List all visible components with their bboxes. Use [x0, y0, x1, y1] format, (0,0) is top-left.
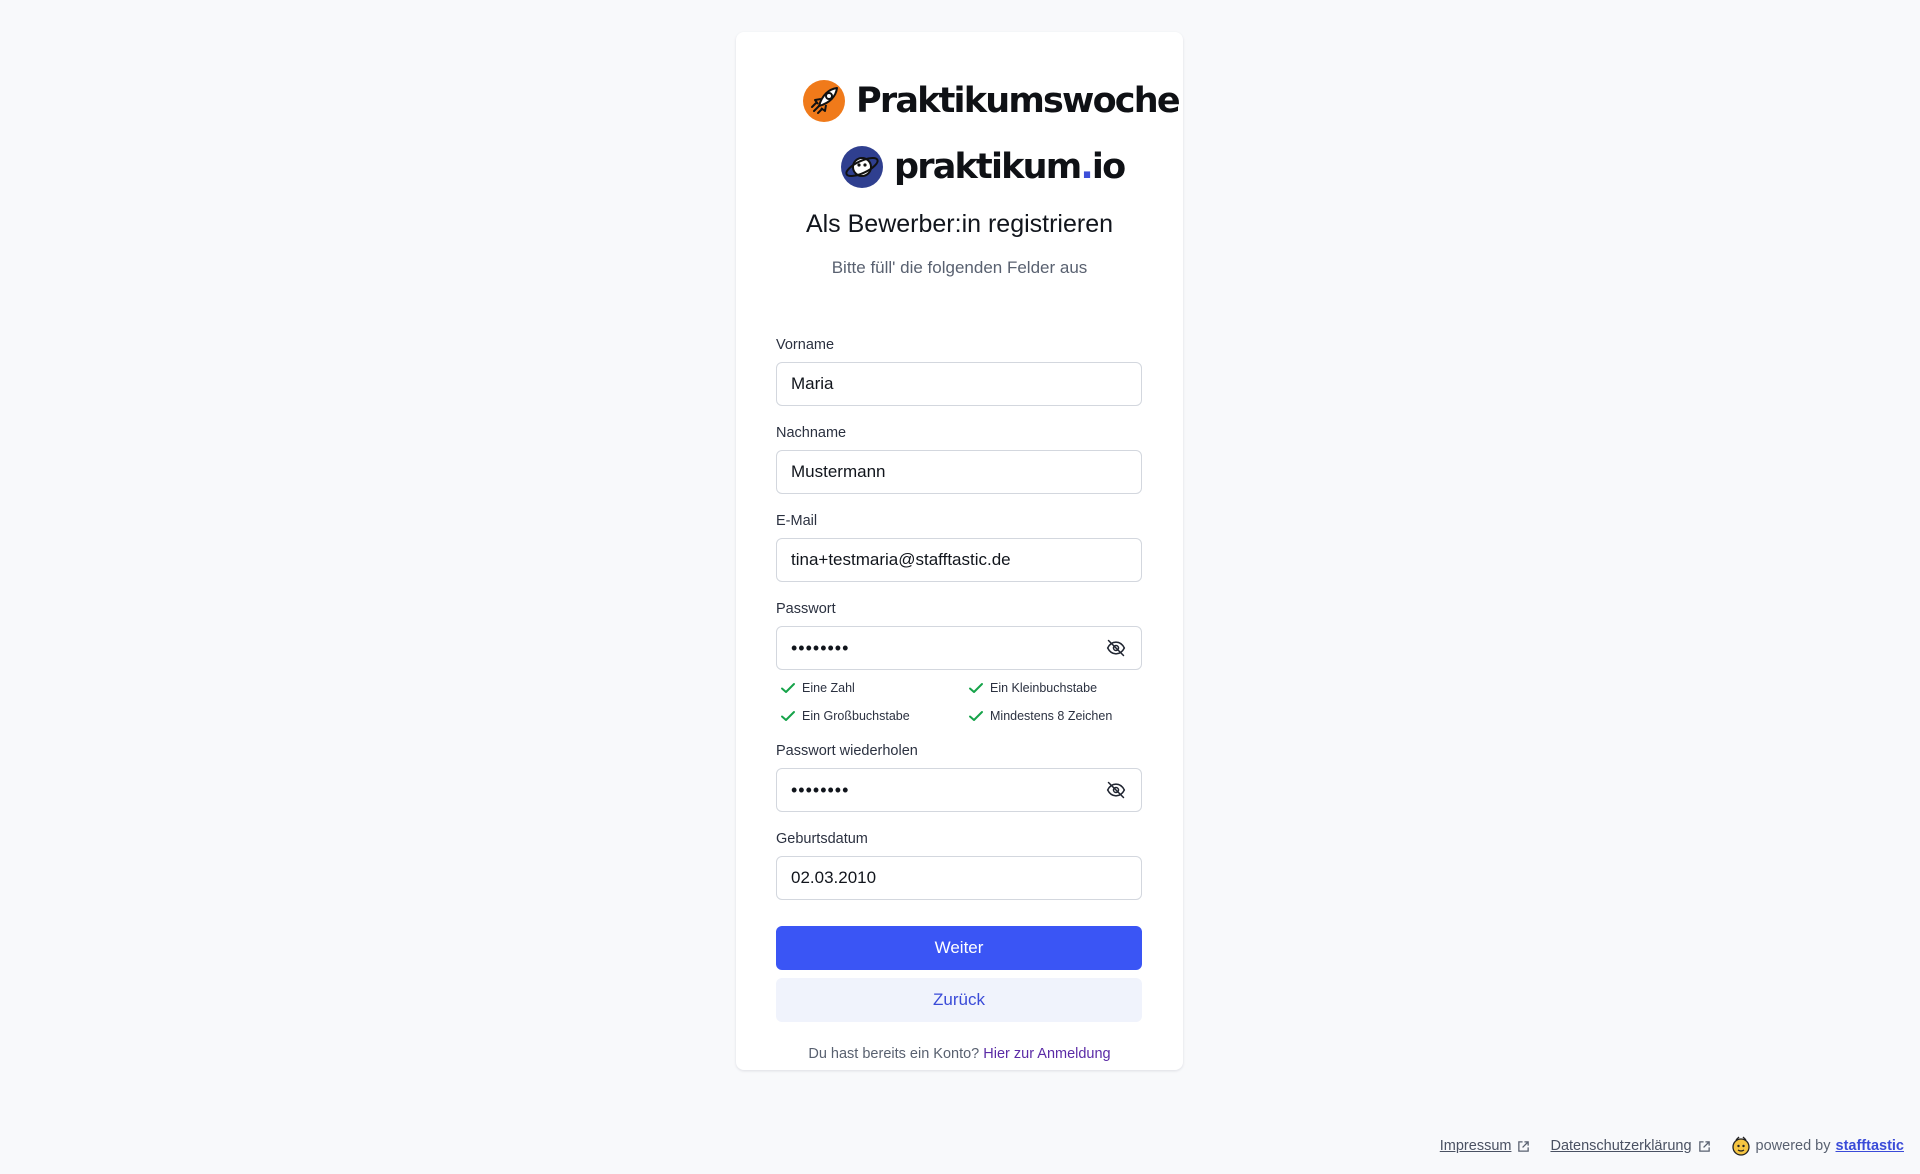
impressum-label: Impressum — [1439, 1138, 1512, 1154]
birthdate-label: Geburtsdatum — [776, 831, 868, 847]
wordmark-name: praktikum — [894, 147, 1082, 187]
check-icon — [969, 711, 983, 721]
password-label: Passwort — [776, 601, 836, 617]
birthdate-field[interactable]: 02.03.2010 — [776, 856, 1142, 900]
registration-card: Praktikumswoche praktikum.io Als Bewerbe… — [736, 32, 1183, 1070]
page-subtitle: Bitte füll' die folgenden Felder aus — [831, 258, 1088, 277]
powered-by: powered by stafftastic — [1731, 1136, 1904, 1156]
praktikumswoche-logo: Praktikumswoche — [802, 79, 1181, 123]
password-repeat-value: •••••••• — [791, 779, 850, 800]
password-repeat-field[interactable]: •••••••• — [776, 768, 1142, 812]
powered-by-text: powered by — [1755, 1138, 1831, 1154]
login-prompt-text: Du hast bereits ein Konto? — [808, 1046, 980, 1062]
privacy-label: Datenschutzerklärung — [1550, 1138, 1692, 1154]
password-field[interactable]: •••••••• — [776, 626, 1142, 670]
lastname-field[interactable]: Mustermann — [776, 450, 1142, 494]
stafftastic-mascot-icon — [1731, 1136, 1750, 1156]
requirement-label: Ein Großbuchstabe — [802, 709, 910, 723]
external-link-icon — [1698, 1140, 1710, 1152]
email-label: E-Mail — [776, 513, 818, 529]
check-icon — [781, 711, 795, 721]
lastname-value: Mustermann — [791, 462, 886, 481]
external-link-icon — [1518, 1140, 1530, 1152]
back-button[interactable]: Zurück — [776, 978, 1142, 1022]
submit-button[interactable]: Weiter — [776, 926, 1142, 970]
check-icon — [969, 683, 983, 693]
planet-icon — [841, 146, 883, 188]
firstname-field[interactable]: Maria — [776, 362, 1142, 406]
eye-off-icon[interactable] — [1105, 779, 1127, 801]
rocket-icon — [803, 80, 845, 122]
footer: Impressum Datenschutzerklärung powered b… — [1440, 1136, 1904, 1156]
eye-off-icon[interactable] — [1105, 637, 1127, 659]
requirement-label: Mindestens 8 Zeichen — [990, 709, 1113, 723]
birthdate-value: 02.03.2010 — [791, 868, 877, 887]
requirement-lowercase: Ein Kleinbuchstabe — [968, 680, 1097, 696]
firstname-value: Maria — [791, 374, 834, 393]
wordmark-dot: . — [1080, 147, 1093, 187]
email-value: tina+testmaria@stafftastic.de — [791, 550, 1011, 569]
lastname-label: Nachname — [776, 425, 847, 441]
password-repeat-label: Passwort wiederholen — [776, 743, 918, 759]
check-icon — [781, 683, 795, 693]
requirement-uppercase: Ein Großbuchstabe — [780, 708, 910, 724]
page-title: Als Bewerber:in registrieren — [805, 210, 1114, 238]
praktikumswoche-wordmark: Praktikumswoche — [856, 81, 1181, 121]
praktikum-io-wordmark: praktikum.io — [894, 147, 1126, 187]
password-value: •••••••• — [791, 637, 850, 658]
requirement-label: Eine Zahl — [802, 681, 855, 695]
stafftastic-link[interactable]: stafftastic — [1836, 1138, 1905, 1154]
login-link[interactable]: Hier zur Anmeldung — [983, 1046, 1110, 1062]
requirement-number: Eine Zahl — [780, 680, 855, 696]
wordmark-tld: io — [1091, 147, 1126, 187]
praktikum-io-logo: praktikum.io — [840, 145, 1126, 189]
requirement-label: Ein Kleinbuchstabe — [990, 681, 1098, 695]
impressum-link[interactable]: Impressum — [1440, 1138, 1531, 1154]
requirement-min-length: Mindestens 8 Zeichen — [968, 708, 1112, 724]
firstname-label: Vorname — [776, 337, 835, 353]
login-prompt: Du hast bereits ein Konto? Hier zur Anme… — [736, 1046, 1183, 1062]
email-field[interactable]: tina+testmaria@stafftastic.de — [776, 538, 1142, 582]
privacy-link[interactable]: Datenschutzerklärung — [1550, 1138, 1710, 1154]
